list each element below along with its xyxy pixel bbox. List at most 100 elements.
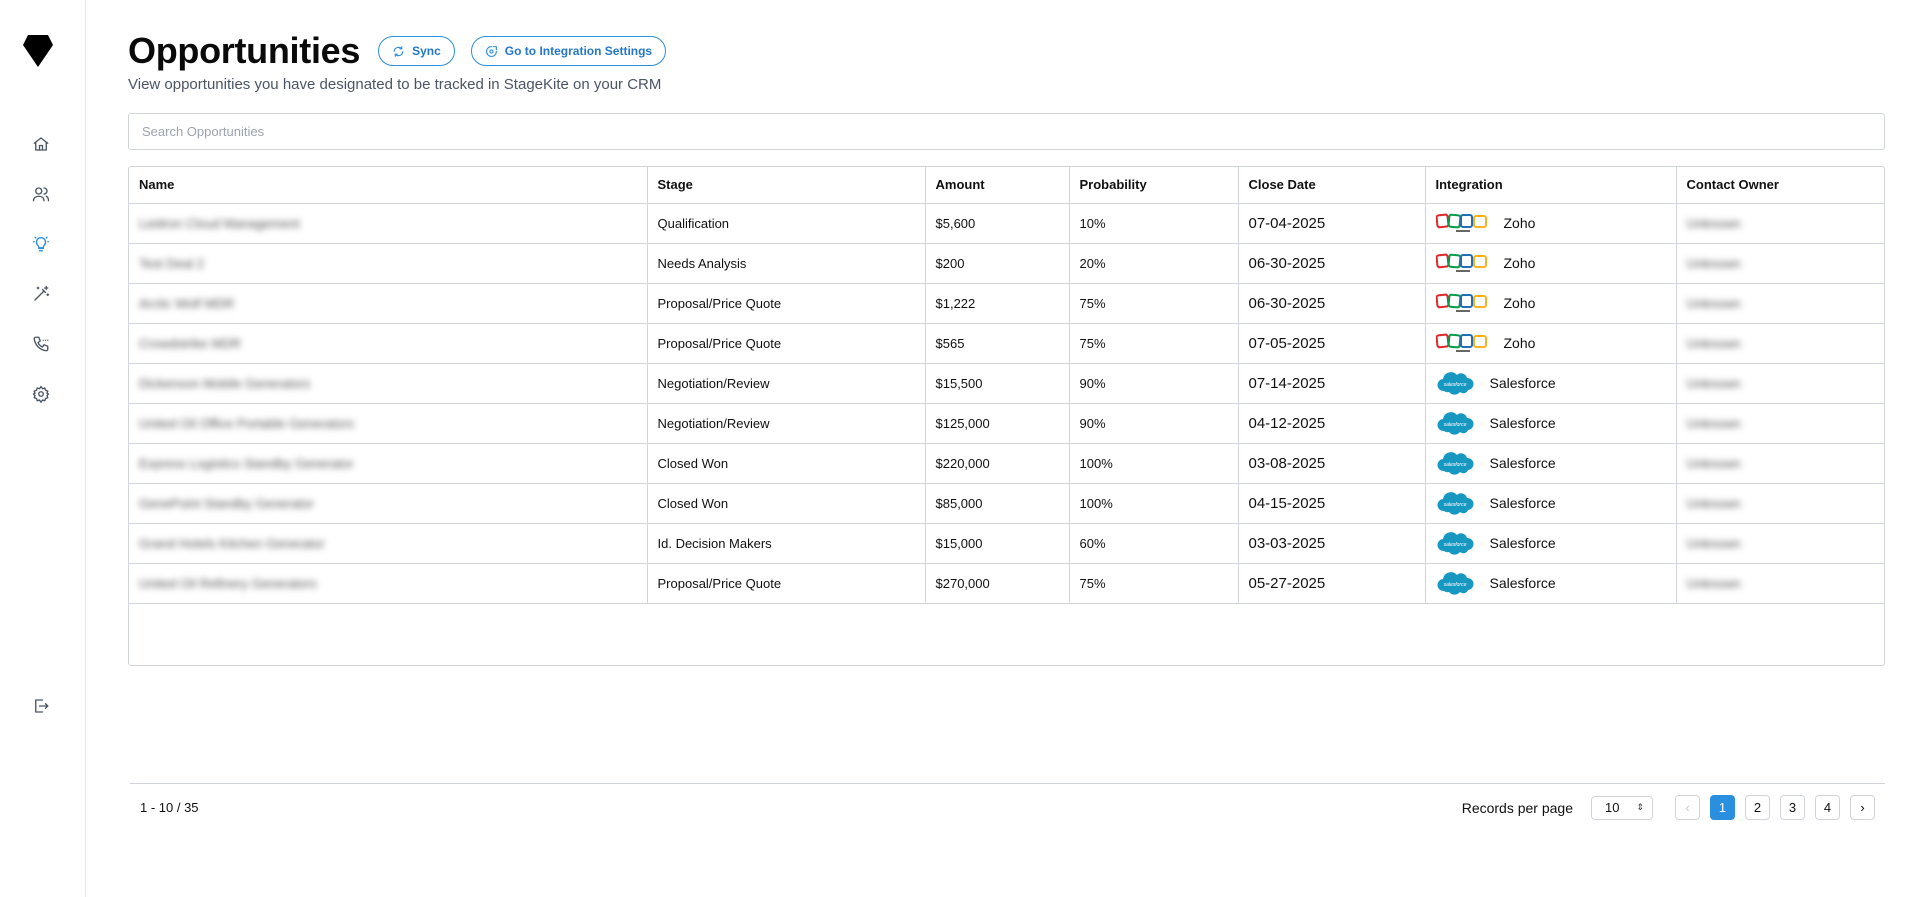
opportunity-contact-owner: Unknown (1676, 283, 1884, 324)
opportunity-integration: Zoho (1425, 323, 1677, 364)
svg-text:salesforce: salesforce (1443, 422, 1466, 428)
svg-text:salesforce: salesforce (1443, 462, 1466, 468)
opportunity-stage: Negotiation/Review (647, 403, 926, 444)
table-row[interactable]: Test Deal 2 Needs Analysis $200 20% 06-30-20… (129, 243, 1884, 284)
opportunity-contact-owner: Unknown (1676, 363, 1884, 404)
opportunity-probability: 100% (1069, 483, 1239, 524)
opportunity-amount: $220,000 (925, 443, 1070, 484)
table-header-row: Name Stage Amount Probability Close Date… (129, 167, 1884, 204)
title-row: Opportunities Sync Go to Integration Set… (128, 30, 667, 72)
opportunity-integration: Zoho (1425, 283, 1677, 324)
home-icon (33, 137, 49, 151)
sidebar-item-calls[interactable] (29, 332, 53, 356)
opportunity-probability: 75% (1069, 323, 1239, 364)
opportunity-name[interactable]: Crowdstrike MDR (129, 323, 648, 364)
table-row[interactable]: Express Logistics Standby Generator Close… (129, 443, 1884, 484)
table-row[interactable]: Dickenson Mobile Generators Negotiation/R… (129, 363, 1884, 404)
integration-name: Salesforce (1489, 535, 1556, 551)
opportunity-close-date: 07-05-2025 (1238, 323, 1426, 364)
opportunity-probability: 60% (1069, 523, 1239, 564)
page-button-2[interactable]: 2 (1745, 795, 1770, 820)
opportunity-name[interactable]: United Oil Refinery Generators (129, 563, 648, 604)
records-per-page-select[interactable]: 10 ⇕ (1591, 795, 1653, 820)
column-header-probability[interactable]: Probability (1069, 167, 1239, 204)
table-row[interactable]: United Oil Office Portable Generators Neg… (129, 403, 1884, 444)
opportunity-amount: $125,000 (925, 403, 1070, 444)
column-header-integration[interactable]: Integration (1425, 167, 1677, 204)
table-row[interactable]: United Oil Refinery Generators Proposal/P… (129, 563, 1884, 604)
opportunity-name[interactable]: Test Deal 2 (129, 243, 648, 284)
sidebar (0, 0, 86, 897)
opportunities-table: Name Stage Amount Probability Close Date… (129, 167, 1884, 604)
integration-name: Salesforce (1489, 375, 1556, 391)
opportunity-close-date: 03-03-2025 (1238, 523, 1426, 564)
salesforce-logo-icon: salesforce (1436, 531, 1474, 555)
sidebar-item-settings[interactable] (29, 382, 53, 406)
svg-text:salesforce: salesforce (1443, 382, 1466, 388)
table-row[interactable]: GenePoint Standby Generator Closed Won $85… (129, 483, 1884, 524)
opportunity-integration: salesforce Salesforce (1425, 363, 1677, 404)
opportunity-amount: $5,600 (925, 203, 1070, 244)
opportunity-close-date: 06-30-2025 (1238, 283, 1426, 324)
opportunity-probability: 75% (1069, 283, 1239, 324)
integration-settings-button[interactable]: Go to Integration Settings (470, 36, 667, 66)
svg-text:salesforce: salesforce (1443, 542, 1466, 548)
opportunity-close-date: 05-27-2025 (1238, 563, 1426, 604)
sidebar-item-logout[interactable] (29, 694, 53, 718)
opportunity-stage: Proposal/Price Quote (647, 283, 926, 324)
sidebar-item-magic[interactable] (29, 282, 53, 306)
table-row[interactable]: Arctic Wolf MDR Proposal/Price Quote $1,22… (129, 283, 1884, 324)
opportunity-integration: salesforce Salesforce (1425, 403, 1677, 444)
opportunity-name[interactable]: Dickenson Mobile Generators (129, 363, 648, 404)
opportunity-stage: Qualification (647, 203, 926, 244)
column-header-contact-owner[interactable]: Contact Owner (1676, 167, 1884, 204)
column-header-close-date[interactable]: Close Date (1238, 167, 1426, 204)
sidebar-item-opportunities[interactable] (29, 232, 53, 256)
opportunity-name[interactable]: Arctic Wolf MDR (129, 283, 648, 324)
table-row[interactable]: Leidron Cloud Management Qualification $5,… (129, 203, 1884, 244)
opportunity-stage: Closed Won (647, 483, 926, 524)
sidebar-item-contacts[interactable] (29, 182, 53, 206)
records-per-page-value: 10 (1605, 800, 1620, 815)
column-header-name[interactable]: Name (129, 167, 648, 204)
opportunity-probability: 10% (1069, 203, 1239, 244)
integration-name: Salesforce (1489, 415, 1556, 431)
opportunity-close-date: 07-14-2025 (1238, 363, 1426, 404)
chevron-updown-icon: ⇕ (1636, 802, 1644, 812)
salesforce-logo-icon: salesforce (1436, 371, 1474, 395)
search-input[interactable] (128, 113, 1885, 150)
opportunity-stage: Proposal/Price Quote (647, 563, 926, 604)
column-header-stage[interactable]: Stage (647, 167, 926, 204)
column-header-amount[interactable]: Amount (925, 167, 1070, 204)
sync-button-label: Sync (412, 44, 441, 58)
opportunity-name[interactable]: United Oil Office Portable Generators (129, 403, 648, 444)
opportunity-contact-owner: Unknown (1676, 323, 1884, 364)
table-row[interactable]: Grand Hotels Kitchen Generator Id. Decisi… (129, 523, 1884, 564)
opportunity-close-date: 07-04-2025 (1238, 203, 1426, 244)
opportunity-name[interactable]: Grand Hotels Kitchen Generator (129, 523, 648, 564)
prev-page-button[interactable]: ‹ (1675, 795, 1700, 820)
opportunity-name[interactable]: Express Logistics Standby Generator (129, 443, 648, 484)
page-button-3[interactable]: 3 (1780, 795, 1805, 820)
opportunity-name[interactable]: GenePoint Standby Generator (129, 483, 648, 524)
diamond-logo-icon[interactable] (22, 33, 54, 69)
integration-icon (485, 45, 497, 57)
salesforce-logo-icon: salesforce (1436, 571, 1474, 595)
opportunity-close-date: 03-08-2025 (1238, 443, 1426, 484)
sync-button[interactable]: Sync (378, 36, 455, 66)
page-button-1[interactable]: 1 (1710, 795, 1735, 820)
svg-text:salesforce: salesforce (1443, 502, 1466, 508)
opportunity-amount: $565 (925, 323, 1070, 364)
page-button-4[interactable]: 4 (1815, 795, 1840, 820)
opportunity-probability: 90% (1069, 363, 1239, 404)
opportunity-name[interactable]: Leidron Cloud Management (129, 203, 648, 244)
opportunity-close-date: 04-12-2025 (1238, 403, 1426, 444)
table-row[interactable]: Crowdstrike MDR Proposal/Price Quote $565 7… (129, 323, 1884, 364)
salesforce-logo-icon: salesforce (1436, 491, 1474, 515)
opportunity-amount: $270,000 (925, 563, 1070, 604)
sidebar-item-home[interactable] (29, 132, 53, 156)
opportunity-amount: $15,500 (925, 363, 1070, 404)
opportunity-stage: Id. Decision Makers (647, 523, 926, 564)
records-per-page-label: Records per page (1461, 799, 1573, 816)
next-page-button[interactable]: › (1850, 795, 1875, 820)
